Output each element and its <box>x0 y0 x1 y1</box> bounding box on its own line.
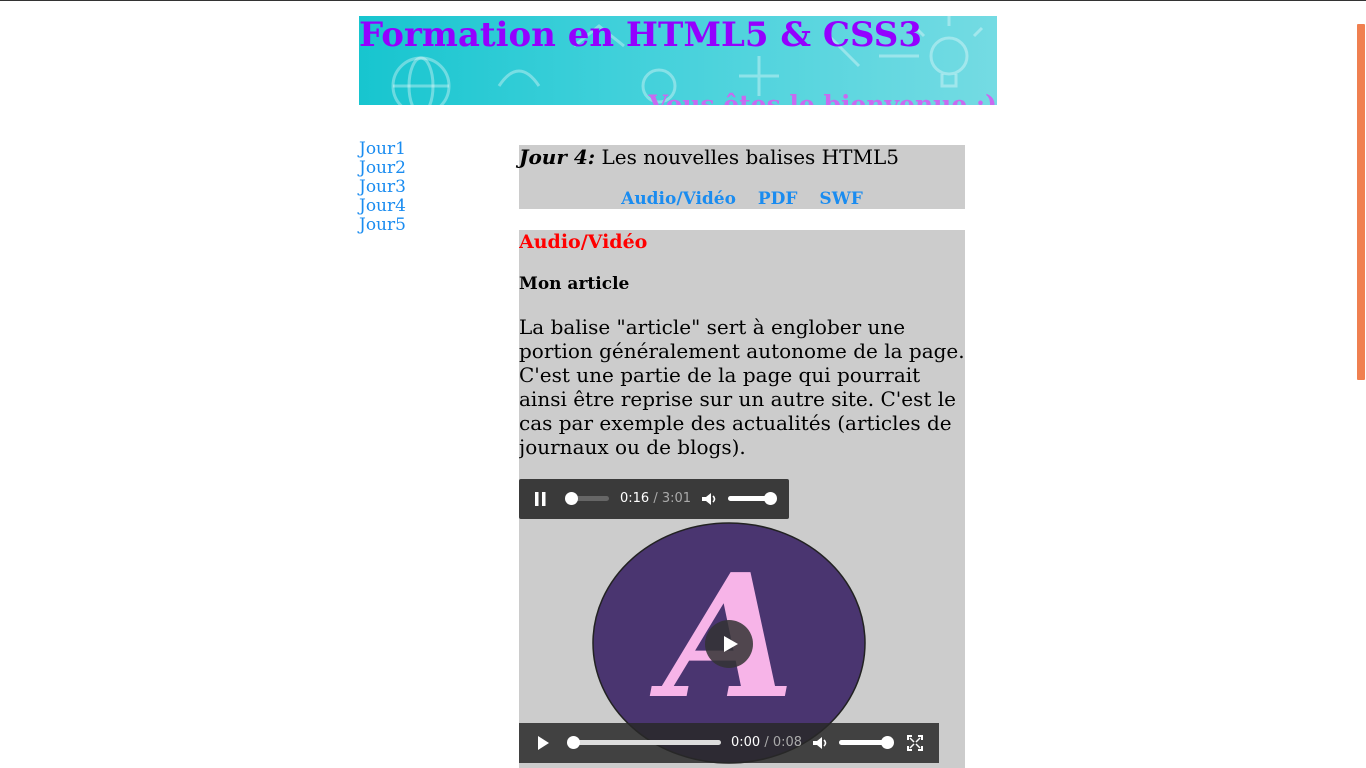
nav-link-jour2[interactable]: Jour2 <box>359 159 406 178</box>
audio-current-time: 0:16 <box>620 491 650 506</box>
day-nav: Jour1 Jour2 Jour3 Jour4 Jour5 <box>359 140 406 235</box>
audio-volume-thumb[interactable] <box>764 492 777 505</box>
link-audio-video[interactable]: Audio/Vidéo <box>621 189 736 209</box>
article-text: La balise "article" sert à englober une … <box>519 315 965 459</box>
welcome-subtitle: Vous êtes le bienvenue :) <box>648 90 998 105</box>
audio-player[interactable]: 0:16 / 3:01 <box>519 479 789 519</box>
nav-link-jour5[interactable]: Jour5 <box>359 216 406 235</box>
volume-icon[interactable] <box>811 734 829 752</box>
video-progress-track[interactable] <box>573 740 721 745</box>
pause-icon[interactable] <box>533 491 547 507</box>
video-controls[interactable]: 0:00 / 0:08 <box>519 723 939 763</box>
article-title: Mon article <box>519 274 630 294</box>
article-panel: Audio/Vidéo Mon article La balise "artic… <box>519 230 965 768</box>
link-pdf[interactable]: PDF <box>758 189 798 209</box>
window-top-border <box>0 0 1366 1</box>
day-heading: Jour 4: Les nouvelles balises HTML5 <box>519 145 899 169</box>
day-label: Jour 4: <box>519 145 596 169</box>
fullscreen-icon[interactable] <box>907 735 923 751</box>
nav-link-jour3[interactable]: Jour3 <box>359 178 406 197</box>
video-time-separator: / <box>764 735 769 750</box>
video-current-time: 0:00 <box>731 735 761 750</box>
big-play-button[interactable] <box>705 620 753 668</box>
page-scrollbar[interactable] <box>1357 24 1365 380</box>
video-time: 0:00 / 0:08 <box>731 735 802 751</box>
banner: Formation en HTML5 & CSS3 Vous êtes le b… <box>359 16 997 105</box>
audio-time-separator: / <box>653 491 658 506</box>
site-title: Formation en HTML5 & CSS3 <box>359 16 922 55</box>
link-swf[interactable]: SWF <box>819 189 862 209</box>
section-title: Audio/Vidéo <box>519 231 648 253</box>
play-icon[interactable] <box>535 735 551 751</box>
video-volume-track[interactable] <box>839 740 887 745</box>
video-duration: 0:08 <box>772 735 803 750</box>
day-header-panel: Jour 4: Les nouvelles balises HTML5 Audi… <box>519 145 965 209</box>
video-volume-thumb[interactable] <box>881 736 894 749</box>
nav-link-jour4[interactable]: Jour4 <box>359 197 406 216</box>
audio-time: 0:16 / 3:01 <box>620 491 691 507</box>
video-progress-thumb[interactable] <box>567 736 580 749</box>
audio-progress-thumb[interactable] <box>565 492 578 505</box>
day-topic: Les nouvelles balises HTML5 <box>601 145 899 169</box>
video-volume-fill <box>839 740 887 745</box>
video-player[interactable]: A 0:00 / 0:08 <box>519 520 939 768</box>
nav-link-jour1[interactable]: Jour1 <box>359 140 406 159</box>
volume-icon[interactable] <box>700 490 718 508</box>
audio-duration: 3:01 <box>661 491 692 506</box>
big-play-icon <box>724 636 738 652</box>
section-links: Audio/Vidéo PDF SWF <box>519 189 965 209</box>
